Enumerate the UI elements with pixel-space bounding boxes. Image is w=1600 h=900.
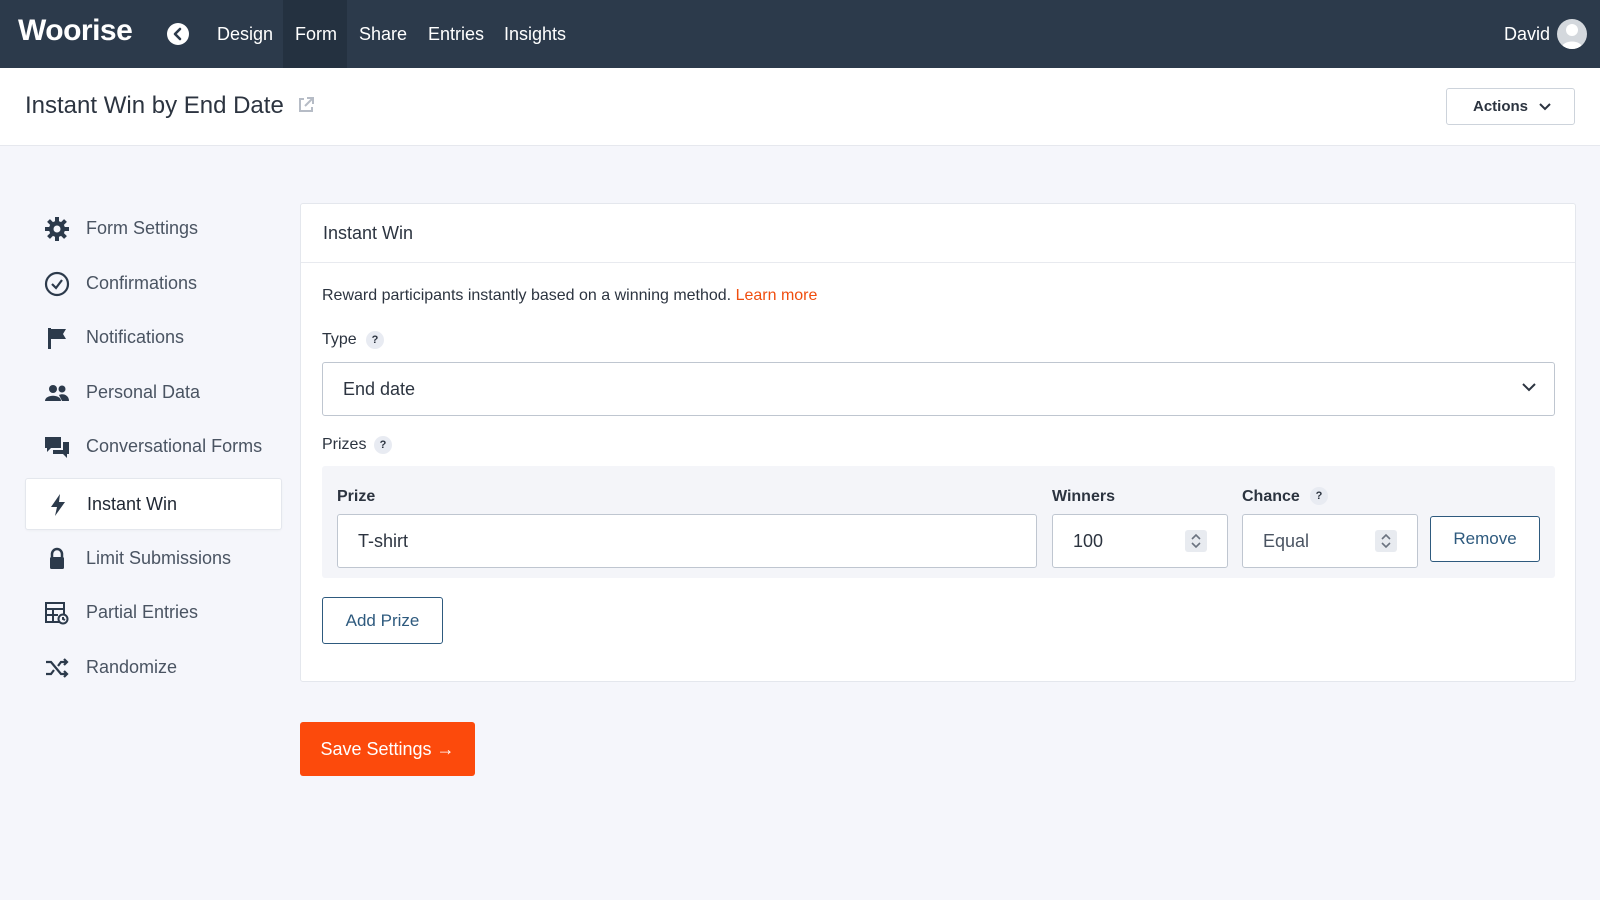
sidebar-item-personal-data[interactable]: Personal Data (25, 367, 282, 419)
up-down-arrows-icon (1381, 533, 1391, 549)
type-label: Type (322, 331, 357, 348)
save-settings-button[interactable]: Save Settings → (300, 722, 475, 776)
panel-title: Instant Win (323, 223, 414, 243)
chance-value: Equal (1263, 531, 1310, 551)
users-icon (44, 380, 70, 406)
sidebar-item-label: Notifications (86, 327, 185, 347)
add-prize-button[interactable]: Add Prize (322, 597, 443, 644)
prizes-label: Prizes (322, 436, 367, 453)
winners-input[interactable]: 100 (1052, 514, 1228, 568)
sidebar-item-limit-submissions[interactable]: Limit Submissions (25, 533, 282, 585)
sidebar-item-randomize[interactable]: Randomize (25, 642, 282, 694)
page-title: Instant Win by End Date (25, 92, 284, 119)
avatar[interactable] (1557, 19, 1587, 49)
learn-more-link[interactable]: Learn more (736, 287, 818, 304)
prize-column-label: Prize (337, 488, 376, 505)
top-navbar: Woorise Design Form Share Entries Insigh… (0, 0, 1600, 68)
sidebar-item-label: Conversational Forms (86, 436, 263, 456)
sidebar-item-label: Instant Win (87, 494, 178, 514)
sidebar-item-confirmations[interactable]: Confirmations (25, 258, 282, 310)
sidebar-item-label: Partial Entries (86, 602, 199, 622)
sidebar-item-label: Form Settings (86, 218, 199, 238)
panel-description: Reward participants instantly based on a… (322, 287, 817, 305)
chance-input[interactable]: Equal (1242, 514, 1418, 568)
chevron-down-icon (1522, 383, 1536, 392)
user-name[interactable]: David (1504, 0, 1550, 68)
page-header: Instant Win by End Date Actions (0, 68, 1600, 146)
lock-icon (44, 546, 70, 572)
prize-name-value: T-shirt (358, 531, 409, 551)
instant-win-panel: Instant Win Reward participants instantl… (300, 203, 1576, 682)
chance-column-label: Chance (1242, 488, 1300, 505)
winners-value: 100 (1073, 531, 1104, 551)
back-icon[interactable] (167, 23, 189, 45)
sidebar-item-label: Personal Data (86, 382, 201, 402)
shuffle-icon (44, 655, 70, 681)
table-icon (44, 600, 70, 626)
bolt-icon (45, 492, 71, 518)
flag-icon (44, 325, 70, 351)
app-logo[interactable]: Woorise (18, 14, 133, 48)
chance-stepper[interactable] (1375, 530, 1397, 552)
actions-button[interactable]: Actions (1446, 88, 1575, 125)
description-text: Reward participants instantly based on a… (322, 287, 732, 304)
remove-prize-button[interactable]: Remove (1430, 516, 1540, 562)
chance-help-icon[interactable]: ? (1310, 487, 1328, 505)
sidebar-item-notifications[interactable]: Notifications (25, 312, 282, 364)
type-select-value: End date (343, 379, 416, 399)
sidebar-item-form-settings[interactable]: Form Settings (25, 203, 282, 255)
panel-header: Instant Win (301, 204, 1575, 263)
nav-form[interactable]: Form (283, 0, 347, 68)
sidebar-item-label: Limit Submissions (86, 548, 232, 568)
type-select[interactable]: End date (322, 362, 1555, 416)
sidebar-item-instant-win[interactable]: Instant Win (25, 478, 282, 530)
sidebar-item-label: Confirmations (86, 273, 198, 293)
sidebar-item-label: Randomize (86, 657, 178, 677)
prize-row: Prize Winners Chance ? T-shirt 100 Equal… (322, 466, 1555, 578)
nav-share[interactable]: Share (347, 0, 419, 68)
sidebar-item-conversational-forms[interactable]: Conversational Forms (25, 421, 282, 473)
up-down-arrows-icon (1191, 533, 1201, 549)
nav-entries[interactable]: Entries (416, 0, 496, 68)
nav-design[interactable]: Design (205, 0, 285, 68)
type-help-icon[interactable]: ? (366, 331, 384, 349)
actions-label: Actions (1473, 98, 1529, 115)
sidebar-item-partial-entries[interactable]: Partial Entries (25, 587, 282, 639)
chat-icon (44, 434, 70, 460)
prize-name-input[interactable]: T-shirt (337, 514, 1037, 568)
nav-insights[interactable]: Insights (492, 0, 578, 68)
external-link-icon[interactable] (297, 96, 315, 119)
prizes-help-icon[interactable]: ? (374, 436, 392, 454)
winners-column-label: Winners (1052, 488, 1115, 505)
gear-icon (44, 216, 70, 242)
chevron-down-icon (1539, 103, 1551, 111)
winners-stepper[interactable] (1185, 530, 1207, 552)
check-circle-icon (44, 271, 70, 297)
